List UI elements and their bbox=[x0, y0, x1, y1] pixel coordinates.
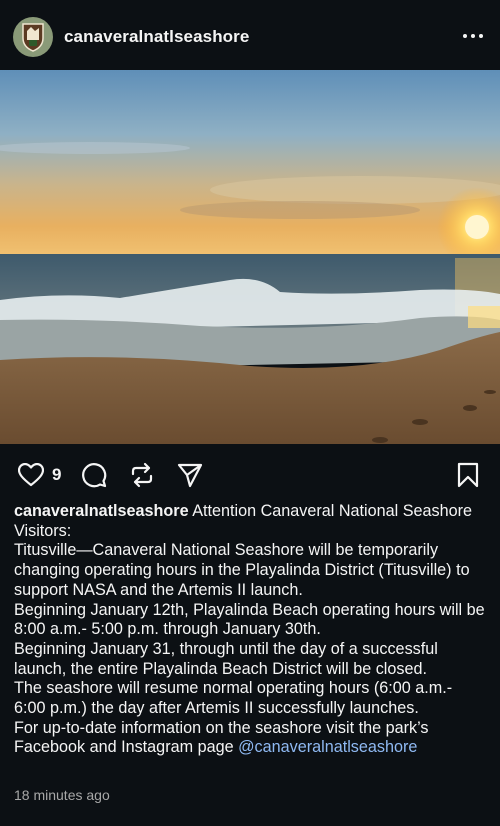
caption-username[interactable]: canaveralnatlseashore bbox=[14, 502, 189, 520]
mention-link[interactable]: @canaveralnatlseashore bbox=[238, 738, 417, 756]
like-count[interactable]: 9 bbox=[52, 465, 61, 485]
share-icon[interactable] bbox=[175, 460, 205, 490]
caption-line: The seashore will resume normal operatin… bbox=[14, 679, 453, 718]
post-timestamp: 18 minutes ago bbox=[14, 787, 110, 803]
post-username[interactable]: canaveralnatlseashore bbox=[64, 27, 249, 47]
avatar[interactable] bbox=[13, 17, 53, 57]
caption-line: Beginning January 31, through until the … bbox=[14, 639, 438, 678]
caption-line: Titusville—Canaveral National Seashore w… bbox=[14, 541, 470, 599]
more-options-icon[interactable] bbox=[456, 24, 490, 48]
caption-line: Beginning January 12th, Playalinda Beach… bbox=[14, 600, 485, 639]
post-caption: canaveralnatlseashore Attention Canavera… bbox=[14, 502, 488, 758]
heart-icon[interactable] bbox=[16, 460, 46, 490]
repost-icon[interactable] bbox=[127, 460, 157, 490]
action-bar: 9 bbox=[0, 452, 500, 496]
nps-arrowhead-icon bbox=[22, 23, 44, 52]
comment-icon[interactable] bbox=[79, 460, 109, 490]
beach-sunrise-image bbox=[0, 70, 500, 444]
post-header: canaveralnatlseashore bbox=[0, 0, 500, 70]
bookmark-icon[interactable] bbox=[453, 460, 483, 490]
post-photo[interactable] bbox=[0, 70, 500, 444]
